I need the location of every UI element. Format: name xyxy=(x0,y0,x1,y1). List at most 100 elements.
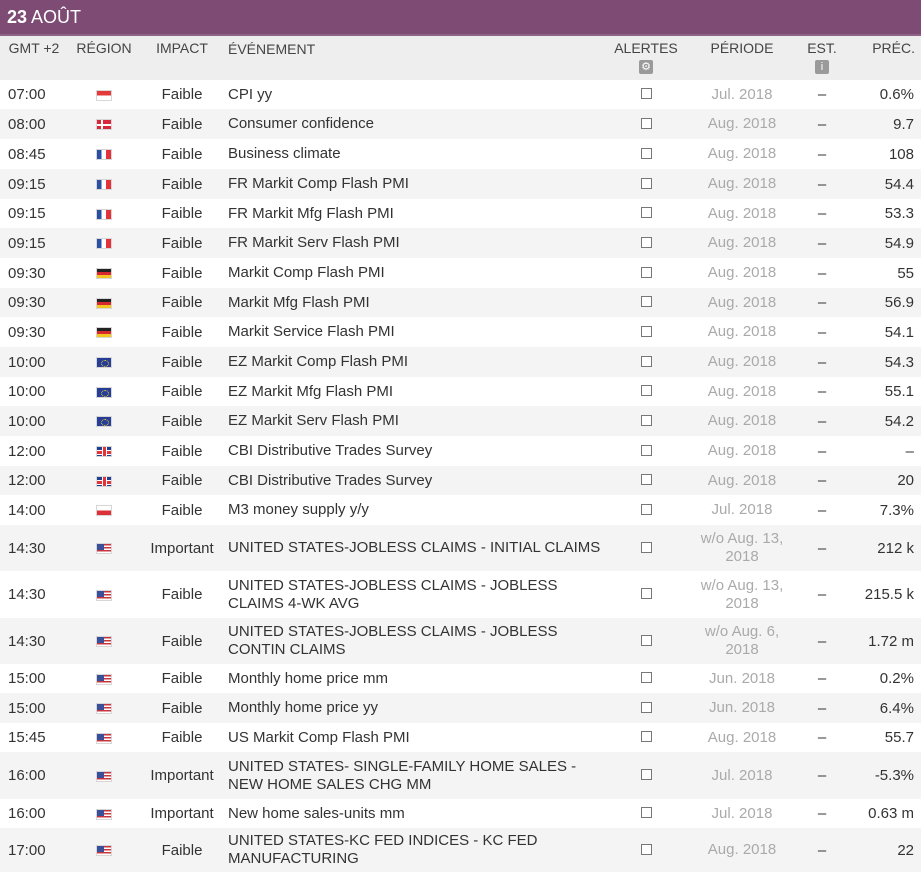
table-row[interactable]: 16:00 Important New home sales-units mm Jul… xyxy=(0,799,921,828)
event-previous: 22 xyxy=(897,841,914,859)
col-estimate-label: EST. xyxy=(807,40,837,56)
table-row[interactable]: 12:00 Faible CBI Distributive Trades Surve… xyxy=(0,466,921,495)
col-region[interactable]: RÉGION xyxy=(68,36,140,80)
alert-checkbox[interactable] xyxy=(640,588,652,599)
alert-checkbox[interactable] xyxy=(640,769,652,780)
table-row[interactable]: 14:30 Important UNITED STATES-JOBLESS CLAI… xyxy=(0,525,921,571)
event-region xyxy=(68,324,140,341)
col-time[interactable]: GMT +2 xyxy=(0,36,68,80)
table-row[interactable]: 09:15 Faible FR Markit Comp Flash PMI Aug. … xyxy=(0,169,921,199)
event-name[interactable]: Business climate xyxy=(224,145,604,163)
event-name[interactable]: Markit Mfg Flash PMI xyxy=(224,294,604,312)
event-name[interactable]: FR Markit Serv Flash PMI xyxy=(224,234,604,252)
alert-checkbox[interactable] xyxy=(640,355,652,367)
event-name[interactable]: EZ Markit Serv Flash PMI xyxy=(224,412,604,430)
alert-checkbox[interactable] xyxy=(640,634,652,646)
event-name[interactable]: Monthly home price yy xyxy=(224,699,604,717)
event-estimate: – xyxy=(817,472,827,489)
info-icon[interactable]: i xyxy=(815,60,829,74)
event-name[interactable]: UNITED STATES-JOBLESS CLAIMS - JOBLESS C… xyxy=(224,577,604,613)
table-row[interactable]: 10:00 Faible EZ Markit Comp Flash PMI Aug. … xyxy=(0,347,921,377)
table-row[interactable]: 15:00 Faible Monthly home price mm Jun. 201… xyxy=(0,664,921,693)
fr-flag-icon xyxy=(96,179,112,191)
event-previous: 54.4 xyxy=(884,175,914,193)
pl-flag-icon xyxy=(96,505,112,517)
event-name[interactable]: Monthly home price mm xyxy=(224,670,604,688)
alert-checkbox[interactable] xyxy=(640,541,652,553)
alert-checkbox[interactable] xyxy=(640,207,652,218)
event-name[interactable]: CBI Distributive Trades Survey xyxy=(224,472,604,490)
event-name[interactable]: EZ Markit Comp Flash PMI xyxy=(224,353,604,371)
alert-checkbox[interactable] xyxy=(640,266,652,278)
event-name[interactable]: UNITED STATES-KC FED INDICES - KC FED MA… xyxy=(224,832,604,868)
table-row[interactable]: 10:00 Faible EZ Markit Serv Flash PMI Aug. … xyxy=(0,406,921,436)
event-name[interactable]: FR Markit Mfg Flash PMI xyxy=(224,205,604,223)
event-period: w/o Aug. 6, 2018 xyxy=(704,623,780,658)
alert-checkbox[interactable] xyxy=(640,444,652,456)
alert-checkbox[interactable] xyxy=(640,147,652,159)
event-region xyxy=(68,443,140,460)
day-month: AOÛT xyxy=(31,7,82,27)
event-previous: 212 k xyxy=(877,539,914,557)
alert-checkbox[interactable] xyxy=(640,296,652,307)
event-name[interactable]: CBI Distributive Trades Survey xyxy=(224,442,604,460)
table-row[interactable]: 12:00 Faible CBI Distributive Trades Surve… xyxy=(0,436,921,466)
alert-checkbox[interactable] xyxy=(640,474,652,485)
event-name[interactable]: Markit Comp Flash PMI xyxy=(224,264,604,282)
alert-checkbox[interactable] xyxy=(640,414,652,426)
alert-checkbox[interactable] xyxy=(640,701,652,713)
event-name[interactable]: New home sales-units mm xyxy=(224,805,604,823)
event-name[interactable]: UNITED STATES- SINGLE-FAMILY HOME SALES … xyxy=(224,758,604,794)
event-name[interactable]: EZ Markit Mfg Flash PMI xyxy=(224,383,604,401)
table-row[interactable]: 14:00 Faible M3 money supply y/y Jul. 2018 –… xyxy=(0,495,921,525)
gear-icon[interactable]: ⚙ xyxy=(639,60,653,74)
alert-checkbox[interactable] xyxy=(640,325,652,337)
table-row[interactable]: 10:00 Faible EZ Markit Mfg Flash PMI Aug. 2… xyxy=(0,377,921,406)
event-alert xyxy=(604,729,688,746)
event-name[interactable]: CPI yy xyxy=(224,86,604,104)
table-row[interactable]: 08:00 Faible Consumer confidence Aug. 2018 –… xyxy=(0,109,921,139)
event-name[interactable]: FR Markit Comp Flash PMI xyxy=(224,175,604,193)
event-region xyxy=(68,116,140,133)
alert-checkbox[interactable] xyxy=(640,843,652,855)
alert-checkbox[interactable] xyxy=(640,177,652,189)
table-row[interactable]: 07:00 Faible CPI yy Jul. 2018 – 0.6% xyxy=(0,80,921,109)
event-impact: Important xyxy=(150,767,214,784)
event-estimate: – xyxy=(817,699,827,717)
table-row[interactable]: 16:00 Important UNITED STATES- SINGLE-FAMI… xyxy=(0,752,921,799)
table-row[interactable]: 14:30 Faible UNITED STATES-JOBLESS CLAIMS … xyxy=(0,571,921,618)
table-row[interactable]: 17:00 Faible UNITED STATES-KC FED INDICES … xyxy=(0,828,921,872)
event-previous: 53.3 xyxy=(884,205,914,222)
table-row[interactable]: 15:00 Faible Monthly home price yy Jun. 201… xyxy=(0,693,921,723)
table-row[interactable]: 09:30 Faible Markit Mfg Flash PMI Aug. 2018… xyxy=(0,288,921,317)
col-period[interactable]: PÉRIODE xyxy=(688,36,796,80)
table-row[interactable]: 09:30 Faible Markit Service Flash PMI Aug. … xyxy=(0,317,921,347)
event-name[interactable]: US Markit Comp Flash PMI xyxy=(224,729,604,747)
event-time: 10:00 xyxy=(8,353,46,371)
col-event[interactable]: ÉVÉNEMENT xyxy=(224,36,604,80)
table-row[interactable]: 14:30 Faible UNITED STATES-JOBLESS CLAIMS … xyxy=(0,618,921,664)
event-name[interactable]: UNITED STATES-JOBLESS CLAIMS - INITIAL C… xyxy=(224,539,604,557)
col-previous[interactable]: PRÉC. xyxy=(848,36,921,80)
event-alert xyxy=(604,294,688,311)
alert-checkbox[interactable] xyxy=(640,236,652,248)
event-region xyxy=(68,86,140,103)
alert-checkbox[interactable] xyxy=(640,807,652,818)
col-impact[interactable]: IMPACT xyxy=(140,36,224,80)
alert-checkbox[interactable] xyxy=(640,117,652,129)
table-row[interactable]: 08:45 Faible Business climate Aug. 2018 – 108 xyxy=(0,139,921,169)
alert-checkbox[interactable] xyxy=(640,88,652,99)
table-row[interactable]: 09:30 Faible Markit Comp Flash PMI Aug. 201… xyxy=(0,258,921,288)
event-name[interactable]: Consumer confidence xyxy=(224,115,604,133)
alert-checkbox[interactable] xyxy=(640,503,652,515)
alert-checkbox[interactable] xyxy=(640,672,652,683)
event-name[interactable]: M3 money supply y/y xyxy=(224,501,604,519)
event-name[interactable]: UNITED STATES-JOBLESS CLAIMS - JOBLESS C… xyxy=(224,623,604,659)
event-impact: Faible xyxy=(161,234,203,252)
alert-checkbox[interactable] xyxy=(640,731,652,742)
alert-checkbox[interactable] xyxy=(640,385,652,396)
table-row[interactable]: 09:15 Faible FR Markit Mfg Flash PMI Aug. 2… xyxy=(0,199,921,228)
event-name[interactable]: Markit Service Flash PMI xyxy=(224,323,604,341)
table-row[interactable]: 15:45 Faible US Markit Comp Flash PMI Aug. … xyxy=(0,723,921,752)
table-row[interactable]: 09:15 Faible FR Markit Serv Flash PMI Aug. … xyxy=(0,228,921,258)
